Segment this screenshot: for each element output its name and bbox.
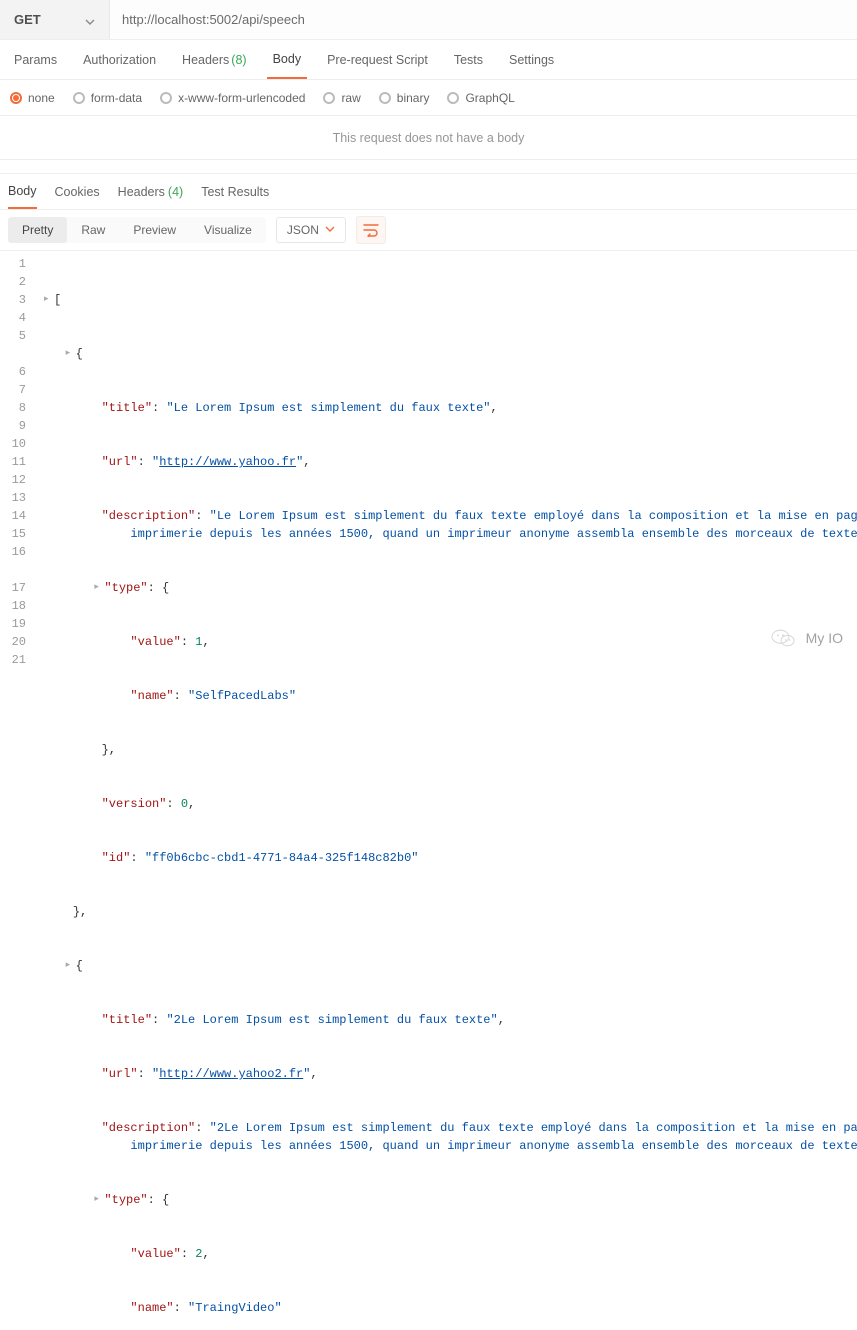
radio-icon [10, 92, 22, 104]
url-text: http://localhost:5002/api/speech [122, 12, 305, 27]
watermark: My IO [770, 625, 843, 651]
view-visualize[interactable]: Visualize [190, 217, 266, 243]
http-method-select[interactable]: GET [0, 0, 110, 39]
wechat-icon [770, 625, 796, 651]
tab-tests[interactable]: Tests [448, 40, 489, 79]
wrap-icon [363, 223, 379, 237]
response-body[interactable]: 12345 6789101112 131415161718192021 ▸[ ▸… [0, 251, 857, 1330]
radio-icon [379, 92, 391, 104]
radio-icon [447, 92, 459, 104]
request-tabs: Params Authorization Headers(8) Body Pre… [0, 40, 857, 80]
tab-prerequest[interactable]: Pre-request Script [321, 40, 434, 79]
http-method-value: GET [14, 12, 41, 27]
body-type-raw[interactable]: raw [323, 91, 360, 105]
body-type-graphql[interactable]: GraphQL [447, 91, 514, 105]
view-pretty[interactable]: Pretty [8, 217, 67, 243]
no-body-message: This request does not have a body [0, 116, 857, 160]
body-type-binary[interactable]: binary [379, 91, 430, 105]
tab-headers[interactable]: Headers(8) [176, 40, 253, 79]
line-gutter: 12345 6789101112 131415161718192021 [0, 251, 36, 1330]
tab-body[interactable]: Body [267, 40, 308, 79]
view-raw[interactable]: Raw [67, 217, 119, 243]
chevron-down-icon [325, 223, 335, 237]
body-type-formdata[interactable]: form-data [73, 91, 142, 105]
body-type-row: none form-data x-www-form-urlencoded raw… [0, 80, 857, 116]
view-mode-segment: Pretty Raw Preview Visualize [8, 217, 266, 243]
tab-params[interactable]: Params [8, 40, 63, 79]
resp-tab-headers[interactable]: Headers(4) [118, 174, 184, 209]
body-type-urlencoded[interactable]: x-www-form-urlencoded [160, 91, 305, 105]
resp-tab-testresults[interactable]: Test Results [201, 174, 269, 209]
response-view-toolbar: Pretty Raw Preview Visualize JSON [0, 210, 857, 251]
format-select[interactable]: JSON [276, 217, 346, 243]
divider [0, 160, 857, 174]
url-input[interactable]: http://localhost:5002/api/speech [110, 0, 857, 39]
chevron-down-icon [85, 15, 95, 25]
radio-icon [323, 92, 335, 104]
resp-tab-body[interactable]: Body [8, 174, 37, 209]
radio-icon [73, 92, 85, 104]
tab-settings[interactable]: Settings [503, 40, 560, 79]
radio-icon [160, 92, 172, 104]
code-text: ▸[ ▸{ "title": "Le Lorem Ipsum est simpl… [36, 251, 857, 1330]
response-tabs: Body Cookies Headers(4) Test Results [0, 174, 857, 210]
tab-authorization[interactable]: Authorization [77, 40, 162, 79]
wrap-lines-button[interactable] [356, 216, 386, 244]
view-preview[interactable]: Preview [119, 217, 190, 243]
body-type-none[interactable]: none [10, 91, 55, 105]
watermark-text: My IO [806, 630, 843, 646]
resp-tab-cookies[interactable]: Cookies [55, 174, 100, 209]
